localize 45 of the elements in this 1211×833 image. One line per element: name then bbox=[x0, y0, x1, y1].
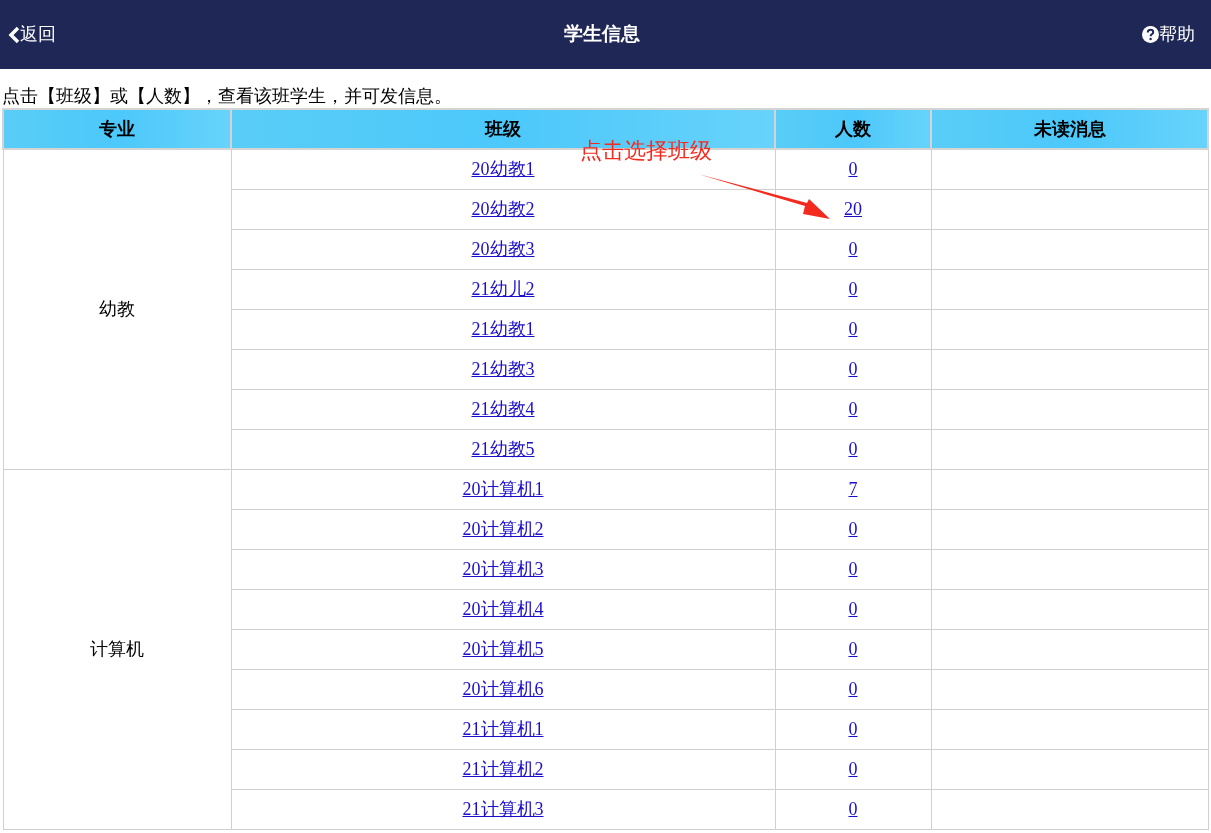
class-link[interactable]: 21计算机3 bbox=[462, 798, 544, 819]
count-link[interactable]: 0 bbox=[848, 638, 858, 659]
class-link[interactable]: 20幼教3 bbox=[471, 238, 535, 259]
count-link[interactable]: 0 bbox=[848, 438, 858, 459]
class-link[interactable]: 20计算机4 bbox=[462, 598, 544, 619]
count-link[interactable]: 0 bbox=[848, 758, 858, 779]
count-link[interactable]: 0 bbox=[848, 718, 858, 739]
count-link[interactable]: 0 bbox=[848, 518, 858, 539]
count-link[interactable]: 0 bbox=[848, 598, 858, 619]
question-icon bbox=[1142, 26, 1159, 43]
class-link[interactable]: 20计算机2 bbox=[462, 518, 544, 539]
count-link[interactable]: 20 bbox=[844, 198, 862, 219]
class-link[interactable]: 20计算机1 bbox=[462, 478, 544, 499]
column-header: 专业 bbox=[3, 109, 231, 149]
class-link[interactable]: 20幼教1 bbox=[471, 158, 535, 179]
column-header: 未读消息 bbox=[931, 109, 1208, 149]
back-link[interactable]: 返回 bbox=[8, 21, 56, 48]
class-link[interactable]: 21幼教1 bbox=[471, 318, 535, 339]
major-cell: 计算机 bbox=[3, 469, 231, 829]
count-link[interactable]: 0 bbox=[848, 238, 858, 259]
class-link[interactable]: 20计算机6 bbox=[462, 678, 544, 699]
class-link[interactable]: 20幼教2 bbox=[471, 198, 535, 219]
count-link[interactable]: 0 bbox=[848, 358, 858, 379]
page-title: 学生信息 bbox=[563, 22, 640, 47]
help-link[interactable]: 帮助 bbox=[1142, 21, 1195, 48]
class-link[interactable]: 21幼儿2 bbox=[471, 278, 535, 299]
chevron-left-icon bbox=[8, 25, 20, 44]
instruction-text: 点击【班级】或【人数】，查看该班学生，并可发信息。 bbox=[2, 85, 453, 108]
class-link[interactable]: 21计算机1 bbox=[462, 718, 544, 739]
class-link[interactable]: 21计算机2 bbox=[462, 758, 544, 779]
count-link[interactable]: 0 bbox=[848, 278, 858, 299]
count-link[interactable]: 7 bbox=[848, 478, 858, 499]
count-link[interactable]: 0 bbox=[848, 318, 858, 339]
column-header: 人数 bbox=[775, 109, 931, 149]
count-link[interactable]: 0 bbox=[848, 558, 858, 579]
class-link[interactable]: 21幼教3 bbox=[471, 358, 535, 379]
count-link[interactable]: 0 bbox=[848, 798, 858, 819]
count-link[interactable]: 0 bbox=[848, 678, 858, 699]
class-link[interactable]: 20计算机3 bbox=[462, 558, 544, 579]
count-link[interactable]: 0 bbox=[848, 398, 858, 419]
class-link[interactable]: 21幼教4 bbox=[471, 398, 535, 419]
major-cell: 幼教 bbox=[3, 149, 231, 469]
class-link[interactable]: 21幼教5 bbox=[471, 438, 535, 459]
count-link[interactable]: 0 bbox=[848, 158, 858, 179]
class-link[interactable]: 20计算机5 bbox=[462, 638, 544, 659]
